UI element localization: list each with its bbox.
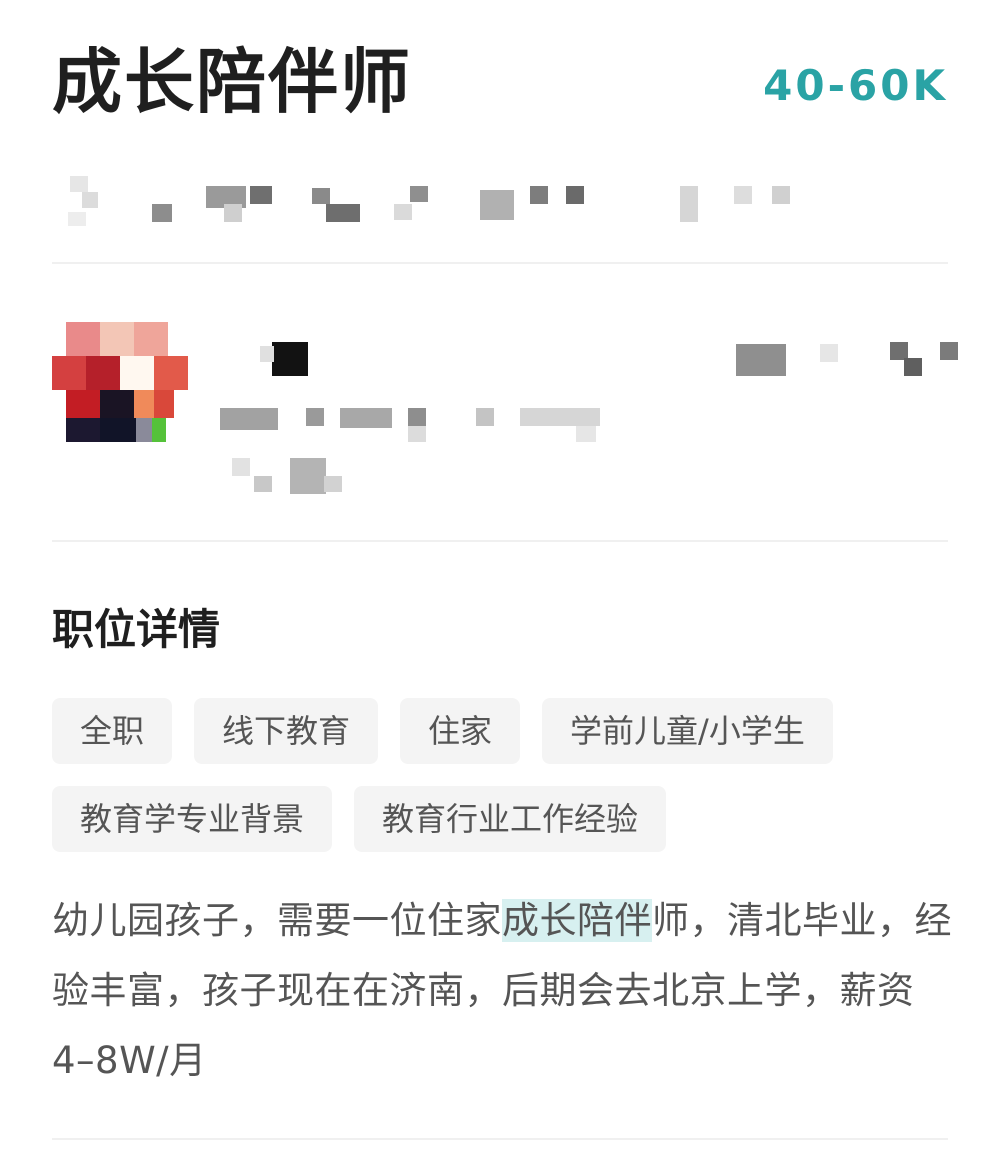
divider-bottom [52,1138,948,1140]
tag-item: 全职 [52,698,173,764]
tag-item: 教育行业工作经验 [354,786,667,852]
job-description: 幼儿园孩子，需要一位住家成长陪伴师，清北毕业，经验丰富，孩子现在在济南，后期会去… [52,886,952,1096]
recruiter-avatar-icon[interactable] [52,316,188,448]
description-highlight: 成长陪伴 [502,899,652,942]
salary-range: 40-60K [763,61,948,110]
description-text-before: 幼儿园孩子，需要一位住家 [52,899,502,942]
divider-middle [52,540,948,542]
job-detail-page: 成长陪伴师 40-60K 职位详情 全职 线下教育 住家 学前儿童/小学生 教育… [0,0,1000,1155]
job-title: 成长陪伴师 [52,41,412,123]
tag-item: 线下教育 [194,698,379,764]
job-tags: 全职 线下教育 住家 学前儿童/小学生 教育学专业背景 教育行业工作经验 [52,698,952,852]
divider-top [52,262,948,264]
tag-item: 住家 [400,698,521,764]
section-title-job-details: 职位详情 [52,605,221,654]
tag-item: 学前儿童/小学生 [542,698,833,764]
obscured-recruiter-info [220,336,960,500]
obscured-company-info [60,168,800,238]
tag-item: 教育学专业背景 [52,786,333,852]
